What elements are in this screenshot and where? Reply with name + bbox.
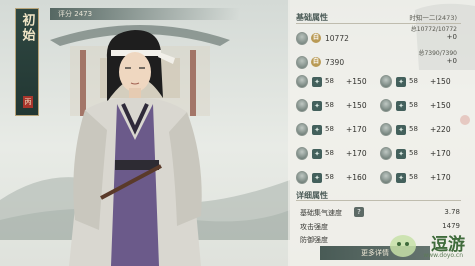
score-label: 评分 — [58, 10, 72, 18]
stat-value: 58 — [325, 149, 334, 157]
score-value: 2473 — [74, 10, 93, 18]
stat-value: 58 — [409, 173, 418, 181]
stat-type-icon: ✦ — [396, 149, 406, 159]
resource-row-hp: 白 10772 总10772/10772 +0 — [296, 26, 461, 45]
resource-meta: 总7390/7390 — [418, 50, 457, 57]
resource-meta: 总10772/10772 — [410, 26, 457, 33]
stat-value: 58 — [409, 101, 418, 109]
resource-plus: +0 — [446, 33, 457, 41]
stat-value: 58 — [409, 125, 418, 133]
stat-value: 58 — [409, 149, 418, 157]
avatar-icon — [296, 56, 308, 69]
stat-type-icon: ✦ — [312, 77, 322, 87]
basic-attrs-title: 基础属性 — [296, 13, 328, 22]
avatar-icon — [380, 171, 392, 184]
stat-bonus: +150 — [430, 101, 451, 110]
stat-value: 58 — [325, 101, 334, 109]
stat-bonus: +160 — [346, 173, 367, 182]
avatar-icon — [296, 99, 308, 112]
resource-value: 7390 — [325, 58, 345, 67]
stat-bonus: +170 — [430, 173, 451, 182]
avatar-icon — [296, 32, 308, 45]
stat-type-icon: ✦ — [396, 77, 406, 87]
quality-badge: 白 — [311, 57, 321, 67]
resource-value: 10772 — [325, 34, 349, 43]
stat-type-icon: ✦ — [312, 101, 322, 111]
score-bar: 评分 2473 — [50, 8, 240, 20]
avatar-icon — [380, 123, 392, 136]
stat-cell: ✦ 58 +150 — [296, 99, 379, 112]
stat-value: 58 — [325, 173, 334, 181]
avatar-icon — [296, 171, 308, 184]
stat-cell: ✦ 58 +150 — [380, 99, 463, 112]
avatar-icon — [296, 75, 308, 88]
stat-type-icon: ✦ — [312, 149, 322, 159]
detail-label: 攻击强度 — [300, 223, 328, 231]
stat-cell: ✦ 58 +150 — [380, 75, 463, 88]
resource-plus: +0 — [446, 57, 457, 65]
stat-bonus: +170 — [346, 125, 367, 134]
stat-value: 58 — [325, 77, 334, 85]
stat-type-icon: ✦ — [396, 173, 406, 183]
avatar-icon — [380, 75, 392, 88]
avatar-icon — [296, 147, 308, 160]
quality-badge: 白 — [311, 33, 321, 43]
stat-type-icon: ✦ — [396, 101, 406, 111]
stat-cell: ✦ 58 +170 — [296, 147, 379, 160]
avatar-icon — [380, 147, 392, 160]
stat-bonus: +170 — [430, 149, 451, 158]
stat-type-icon: ✦ — [396, 125, 406, 135]
stat-cell: ✦ 58 +170 — [296, 123, 379, 136]
help-icon[interactable]: ? — [354, 207, 364, 217]
stat-cell: ✦ 58 +150 — [296, 75, 379, 88]
stat-cell: ✦ 58 +160 — [296, 171, 379, 184]
avatar-icon — [380, 99, 392, 112]
stat-value: 58 — [409, 77, 418, 85]
stat-cell: ✦ 58 +170 — [380, 171, 463, 184]
avatar-icon — [296, 123, 308, 136]
stat-bonus: +150 — [346, 77, 367, 86]
detail-label: 防御强度 — [300, 236, 328, 244]
detail-row: 基础集气速度 ? 3.78 — [300, 207, 460, 218]
stat-value: 58 — [325, 125, 334, 133]
character-portrait — [69, 30, 202, 266]
stat-bonus: +170 — [346, 149, 367, 158]
resource-row-mp: 白 7390 总7390/7390 +0 — [296, 50, 461, 69]
character-name: 初始 — [19, 13, 35, 43]
time-label: 时知一二(2473) — [409, 14, 457, 22]
stat-bonus: +150 — [430, 77, 451, 86]
stat-bonus: +150 — [346, 101, 367, 110]
detail-value: 3.78 — [444, 208, 460, 216]
stat-type-icon: ✦ — [312, 125, 322, 135]
watermark-sub: www.doyo.cn — [423, 252, 463, 259]
grade-seal: 丙 — [23, 96, 33, 108]
stat-cell: ✦ 58 +220 — [380, 123, 463, 136]
background-scene — [0, 0, 290, 266]
stat-cell: ✦ 58 +170 — [380, 147, 463, 160]
stat-type-icon: ✦ — [312, 173, 322, 183]
section-divider — [296, 200, 461, 201]
detail-label: 基础集气速度 — [300, 209, 342, 217]
stat-bonus: +220 — [430, 125, 451, 134]
